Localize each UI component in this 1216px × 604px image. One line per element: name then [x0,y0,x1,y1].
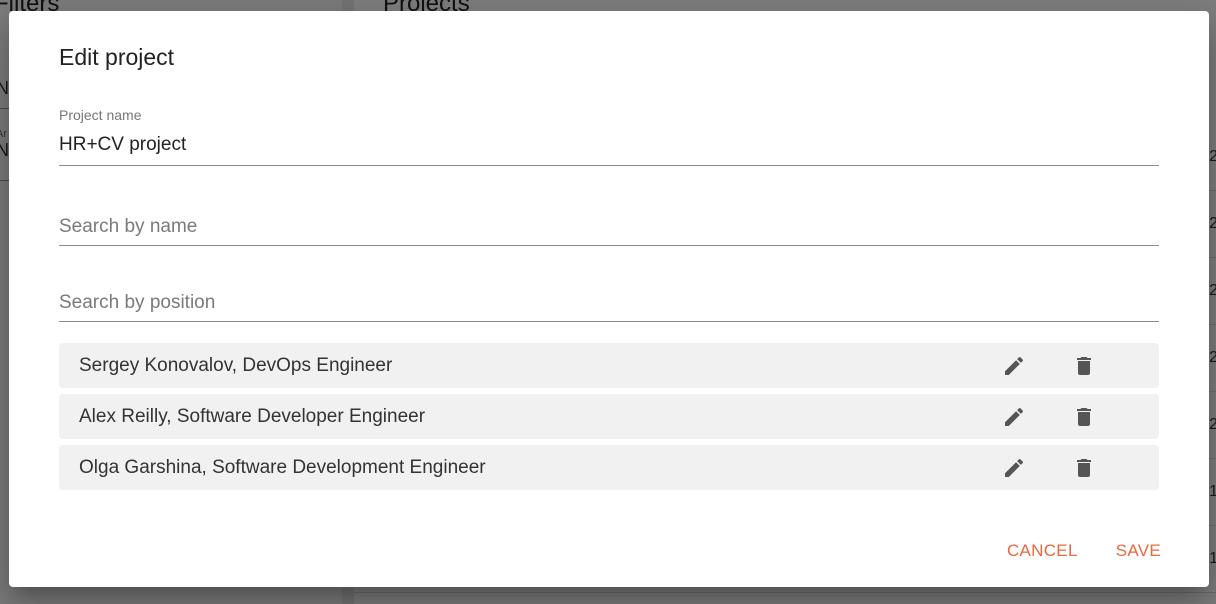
pencil-icon[interactable] [999,402,1029,432]
search-by-name-field [59,211,1159,246]
project-name-label: Project name [59,107,142,123]
cancel-button[interactable]: CANCEL [1007,541,1078,561]
list-item: Olga Garshina, Software Development Engi… [59,445,1159,490]
project-name-input[interactable] [59,132,1159,158]
list-item: Alex Reilly, Software Developer Engineer [59,394,1159,439]
search-by-name-input[interactable] [59,214,1159,240]
edit-project-dialog: Edit project Project name Sergey Konoval… [9,11,1209,587]
member-list: Sergey Konovalov, DevOps Engineer Alex R… [59,343,1159,496]
pencil-icon[interactable] [999,351,1029,381]
search-by-position-field [59,287,1159,322]
list-item: Sergey Konovalov, DevOps Engineer [59,343,1159,388]
dialog-actions: CANCEL SAVE [1007,541,1161,561]
trash-icon[interactable] [1069,453,1099,483]
project-name-field: Project name [59,107,1159,166]
save-button[interactable]: SAVE [1116,541,1161,561]
dialog-title: Edit project [59,44,175,70]
member-label: Olga Garshina, Software Development Engi… [79,457,486,478]
pencil-icon[interactable] [999,453,1029,483]
member-label: Alex Reilly, Software Developer Engineer [79,406,426,427]
trash-icon[interactable] [1069,351,1099,381]
trash-icon[interactable] [1069,402,1099,432]
member-label: Sergey Konovalov, DevOps Engineer [79,355,393,376]
search-by-position-input[interactable] [59,290,1159,316]
